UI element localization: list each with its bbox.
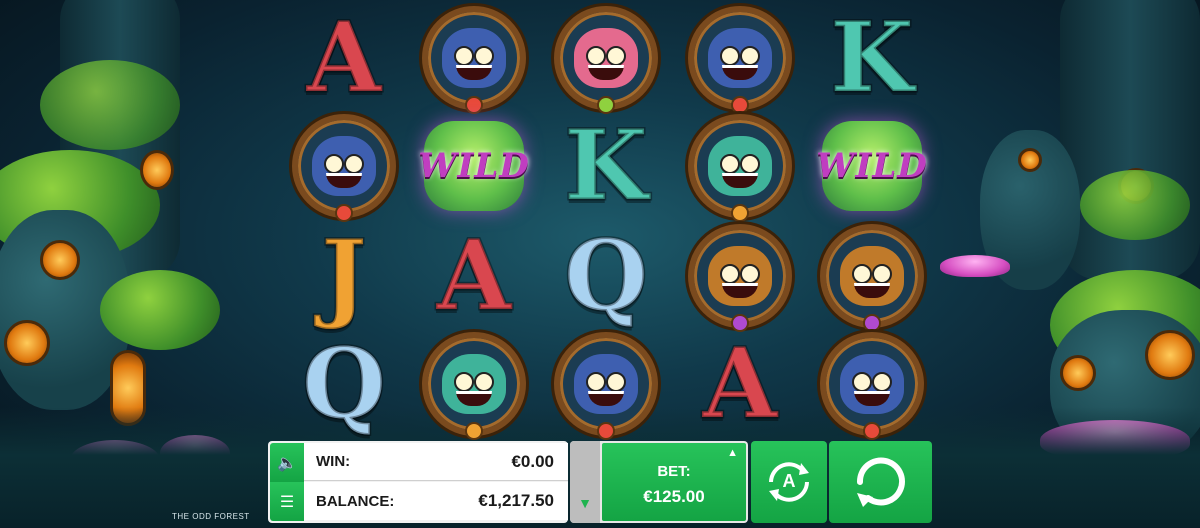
letter-k-symbol: K (550, 112, 662, 220)
spin-button[interactable] (829, 441, 932, 523)
blue-troll-symbol (816, 330, 928, 440)
symbol-letter: Q (301, 327, 388, 440)
letter-a-symbol: A (288, 4, 400, 112)
letter-a-symbol: A (418, 222, 530, 330)
symbol-frame (422, 6, 526, 114)
symbol-letter: A (701, 327, 779, 440)
wild-symbol: WILD (418, 112, 530, 220)
symbol-letter: K (829, 1, 915, 114)
blue-troll-symbol (418, 4, 530, 114)
wild-label: WILD (418, 146, 530, 186)
bet-value: €125.00 (643, 487, 705, 506)
symbol-letter: Q (563, 219, 650, 332)
balance-label: BALANCE: (316, 492, 395, 510)
speaker-muted-icon: 🔈 (277, 454, 297, 472)
autoplay-button[interactable]: A (751, 441, 827, 523)
letter-a-symbol: A (684, 330, 796, 438)
blue-troll-symbol (684, 4, 796, 114)
red-horned-troll-symbol (684, 112, 796, 222)
bet-display[interactable]: BET: €125.00 ▲ (602, 443, 746, 521)
letter-q-symbol: Q (550, 222, 662, 330)
balance-row: BALANCE: €1,217.50 (304, 482, 568, 520)
blue-troll-symbol (550, 330, 662, 440)
symbol-letter: J (320, 219, 368, 332)
sound-toggle-button[interactable]: 🔈 (270, 443, 304, 482)
blue-troll-symbol (288, 112, 400, 222)
letter-k-symbol: K (816, 4, 928, 112)
wild-symbol: WILD (816, 112, 928, 220)
purple-hair-troll-symbol (684, 222, 796, 332)
red-horned-troll-symbol (418, 330, 530, 440)
bet-down-button[interactable]: ▼ (570, 482, 600, 523)
balance-panel: 🔈 ☰ WIN: €0.00 BALANCE: €1,217.50 (268, 441, 568, 523)
symbol-frame (688, 6, 792, 114)
symbol-letter: K (563, 109, 649, 222)
autoplay-letter: A (782, 471, 796, 491)
win-value: €0.00 (511, 451, 554, 471)
purple-hair-troll-symbol (816, 222, 928, 332)
slot-reels: A J Q WILD A K Q A K WILD (288, 0, 927, 440)
symbol-frame (554, 332, 658, 440)
symbol-frame (292, 114, 396, 222)
game-title: THE ODD FOREST (172, 512, 250, 521)
menu-button[interactable]: ☰ (270, 482, 304, 521)
menu-list-icon: ☰ (279, 493, 295, 511)
fairy-symbol (550, 4, 662, 114)
letter-q-symbol: Q (288, 330, 400, 438)
symbol-letter: A (435, 219, 513, 332)
symbol-frame (554, 6, 658, 114)
symbol-frame (688, 114, 792, 222)
symbol-frame (688, 224, 792, 332)
bet-label: BET: (657, 463, 691, 480)
win-label: WIN: (316, 453, 351, 470)
bet-panel: ▼ BET: €125.00 ▲ (570, 441, 748, 523)
letter-j-symbol: J (288, 222, 400, 330)
chevron-down-icon: ▼ (578, 494, 592, 511)
symbol-frame (820, 332, 924, 440)
balance-value: €1,217.50 (478, 491, 554, 510)
symbol-frame (422, 332, 526, 440)
chevron-up-icon[interactable]: ▲ (727, 447, 738, 459)
symbol-frame (820, 224, 924, 332)
win-row: WIN: €0.00 (304, 443, 568, 481)
wild-label: WILD (816, 146, 928, 186)
symbol-letter: A (305, 1, 383, 114)
spin-icon (856, 457, 905, 507)
wild-bush: WILD (418, 121, 529, 211)
bet-decrease-area (570, 441, 600, 482)
wild-bush: WILD (816, 121, 927, 211)
